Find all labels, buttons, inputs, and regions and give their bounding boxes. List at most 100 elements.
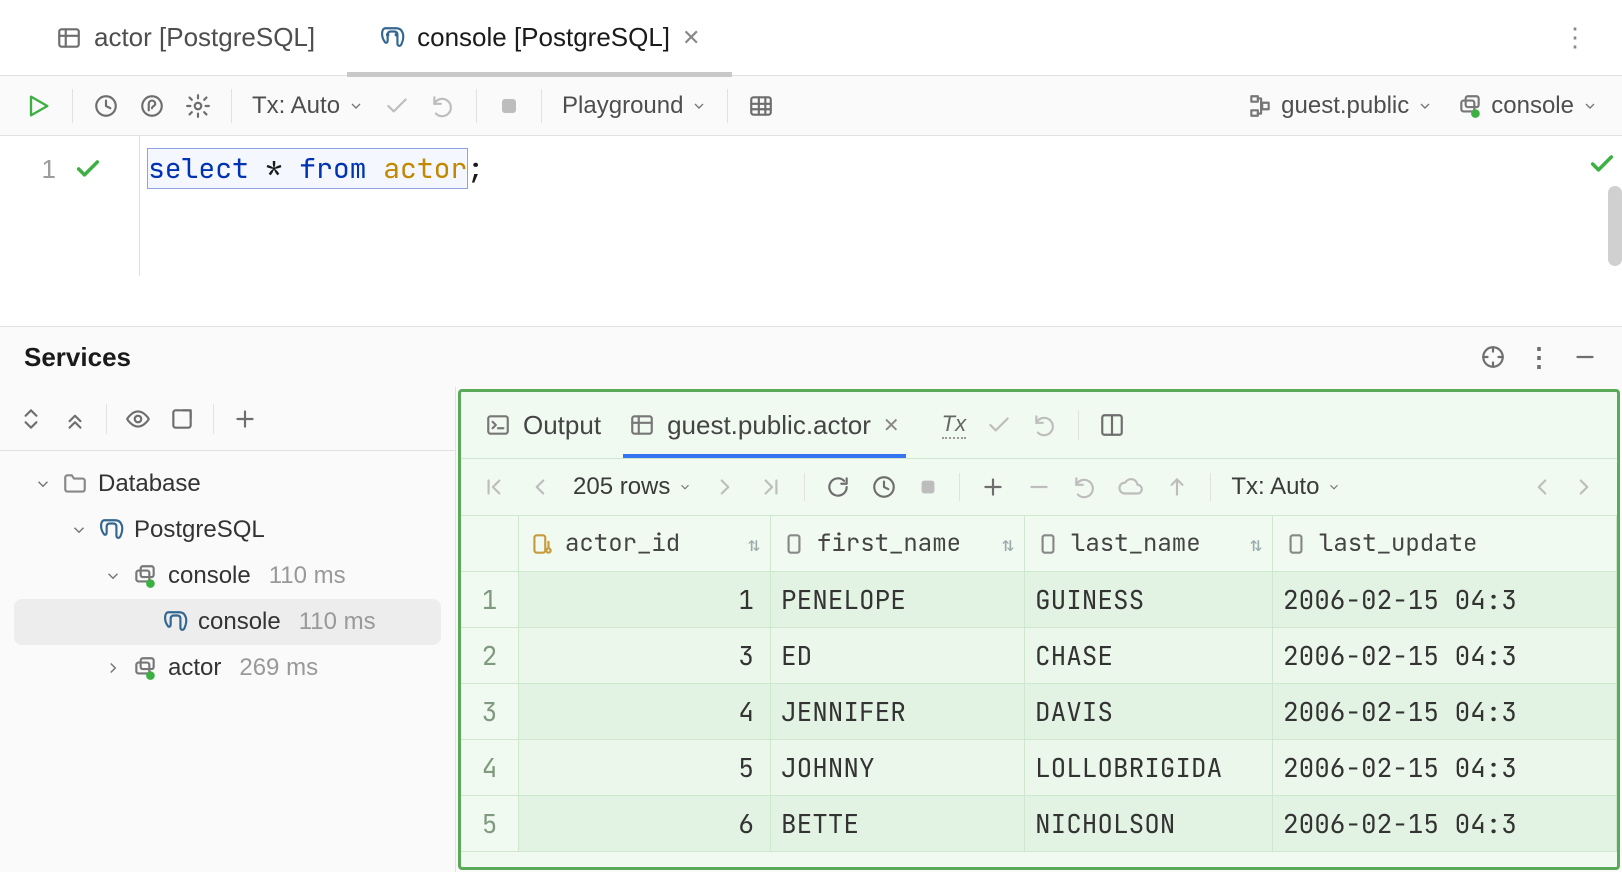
gutter-run-status-icon[interactable] (74, 155, 102, 183)
commit-icon[interactable] (384, 88, 410, 124)
cell-actor-id[interactable]: 5 (519, 740, 771, 796)
minimize-icon[interactable] (1572, 339, 1598, 375)
table-view-icon[interactable] (748, 88, 774, 124)
sort-icon[interactable]: ⇅ (748, 531, 760, 557)
rollback-icon[interactable] (430, 88, 456, 124)
code-area[interactable]: select * from actor; (140, 136, 1622, 276)
sql-semicolon: ; (467, 150, 484, 187)
cell-last-update[interactable]: 2006-02-15 04:3 (1273, 796, 1617, 852)
table-row[interactable]: 1 1 PENELOPE GUINESS 2006-02-15 04:3 (461, 572, 1617, 628)
datasource-icon (132, 563, 158, 589)
table-row[interactable]: 4 5 JOHNNY LOLLOBRIGIDA 2006-02-15 04:3 (461, 740, 1617, 796)
cell-last-name[interactable]: DAVIS (1025, 684, 1273, 740)
column-header-first-name[interactable]: first_name⇅ (771, 516, 1025, 571)
expand-collapse-icon[interactable] (18, 401, 44, 437)
cell-first-name[interactable]: BETTE (771, 796, 1025, 852)
settings-icon[interactable] (185, 88, 211, 124)
stop-icon[interactable] (497, 88, 521, 124)
tree-node-postgresql[interactable]: PostgreSQL (0, 507, 455, 553)
scroll-left-icon[interactable] (1529, 469, 1555, 505)
session-selector[interactable]: console (1457, 92, 1598, 120)
services-tree[interactable]: Database PostgreSQL console 110 ms (0, 451, 455, 872)
target-icon[interactable] (1480, 339, 1506, 375)
next-page-icon[interactable] (712, 469, 738, 505)
add-row-icon[interactable] (980, 469, 1006, 505)
cell-last-name[interactable]: NICHOLSON (1025, 796, 1273, 852)
sort-icon[interactable]: ⇅ (1002, 531, 1014, 557)
tab-actor[interactable]: actor [PostgreSQL] (24, 0, 347, 76)
cell-actor-id[interactable]: 6 (519, 796, 771, 852)
run-icon[interactable] (24, 88, 52, 124)
tree-node-session-console[interactable]: console 110 ms (0, 553, 455, 599)
show-hide-icon[interactable] (125, 401, 151, 437)
tab-console[interactable]: console [PostgreSQL] ✕ (347, 0, 732, 76)
first-page-icon[interactable] (481, 469, 507, 505)
cell-last-update[interactable]: 2006-02-15 04:3 (1273, 740, 1617, 796)
results-tx-dropdown[interactable]: Tx: Auto (1231, 473, 1341, 501)
editor-toolbar: Tx: Auto Playground guest.public console (0, 76, 1622, 136)
tree-node-database[interactable]: Database (0, 461, 455, 507)
rollback-icon[interactable] (1032, 407, 1058, 443)
table-row[interactable]: 5 6 BETTE NICHOLSON 2006-02-15 04:3 (461, 796, 1617, 852)
upload-icon[interactable] (1164, 469, 1190, 505)
history-icon[interactable] (871, 469, 897, 505)
schema-selector[interactable]: guest.public (1247, 92, 1433, 120)
cell-last-update[interactable]: 2006-02-15 04:3 (1273, 572, 1617, 628)
cell-last-name[interactable]: LOLLOBRIGIDA (1025, 740, 1273, 796)
panel-menu-icon[interactable]: ⋮ (1526, 339, 1552, 375)
stop-icon[interactable] (917, 469, 939, 505)
cell-last-update[interactable]: 2006-02-15 04:3 (1273, 628, 1617, 684)
reload-icon[interactable] (825, 469, 851, 505)
tree-node-console-result[interactable]: console 110 ms (14, 599, 441, 645)
editor-scrollbar[interactable] (1608, 186, 1622, 266)
close-icon[interactable]: ✕ (883, 413, 900, 438)
cell-actor-id[interactable]: 4 (519, 684, 771, 740)
row-number: 1 (461, 572, 519, 628)
row-count-dropdown[interactable]: 205 rows (573, 473, 692, 501)
prev-page-icon[interactable] (527, 469, 553, 505)
cell-first-name[interactable]: JENNIFER (771, 684, 1025, 740)
revert-icon[interactable] (1072, 469, 1098, 505)
column-header-last-name[interactable]: last_name⇅ (1025, 516, 1273, 571)
results-grid[interactable]: actor_id⇅ first_name⇅ last_name⇅ last_up… (461, 516, 1617, 867)
cell-first-name[interactable]: ED (771, 628, 1025, 684)
remove-row-icon[interactable] (1026, 469, 1052, 505)
sql-editor[interactable]: 1 select * from actor; (0, 136, 1622, 276)
commit-icon[interactable] (986, 407, 1012, 443)
table-row[interactable]: 2 3 ED CHASE 2006-02-15 04:3 (461, 628, 1617, 684)
schema-icon (1247, 93, 1273, 119)
cell-actor-id[interactable]: 1 (519, 572, 771, 628)
column-header-actor-id[interactable]: actor_id⇅ (519, 516, 771, 571)
tree-node-actor-result[interactable]: actor 269 ms (0, 645, 455, 691)
inspection-ok-icon[interactable] (1588, 150, 1616, 178)
playground-dropdown[interactable]: Playground (562, 92, 707, 120)
table-row[interactable]: 3 4 JENNIFER DAVIS 2006-02-15 04:3 (461, 684, 1617, 740)
sort-icon[interactable]: ⇅ (1250, 531, 1262, 557)
column-icon (1035, 531, 1061, 557)
chevron-down-icon (70, 521, 88, 539)
results-tx-label: Tx: Auto (1231, 473, 1319, 501)
cell-last-update[interactable]: 2006-02-15 04:3 (1273, 684, 1617, 740)
cell-last-name[interactable]: CHASE (1025, 628, 1273, 684)
close-icon[interactable]: ✕ (682, 25, 700, 51)
open-new-tab-icon[interactable] (169, 401, 195, 437)
cell-first-name[interactable]: PENELOPE (771, 572, 1025, 628)
cell-first-name[interactable]: JOHNNY (771, 740, 1025, 796)
row-number: 2 (461, 628, 519, 684)
tabs-overflow-menu[interactable]: ⋮ (1562, 22, 1598, 53)
tx-mode-dropdown[interactable]: Tx: Auto (252, 92, 364, 120)
last-page-icon[interactable] (758, 469, 784, 505)
results-tab-output[interactable]: Output (485, 392, 601, 458)
cloud-icon[interactable] (1118, 469, 1144, 505)
explain-plan-icon[interactable] (139, 88, 165, 124)
cell-actor-id[interactable]: 3 (519, 628, 771, 684)
results-tab-label: Output (523, 410, 601, 441)
scroll-right-icon[interactable] (1571, 469, 1597, 505)
cell-last-name[interactable]: GUINESS (1025, 572, 1273, 628)
history-icon[interactable] (93, 88, 119, 124)
results-tab-actor[interactable]: guest.public.actor ✕ (629, 392, 900, 458)
add-icon[interactable] (232, 401, 258, 437)
collapse-all-icon[interactable] (62, 401, 88, 437)
layout-icon[interactable] (1099, 407, 1125, 443)
column-header-last-update[interactable]: last_update (1273, 516, 1617, 571)
